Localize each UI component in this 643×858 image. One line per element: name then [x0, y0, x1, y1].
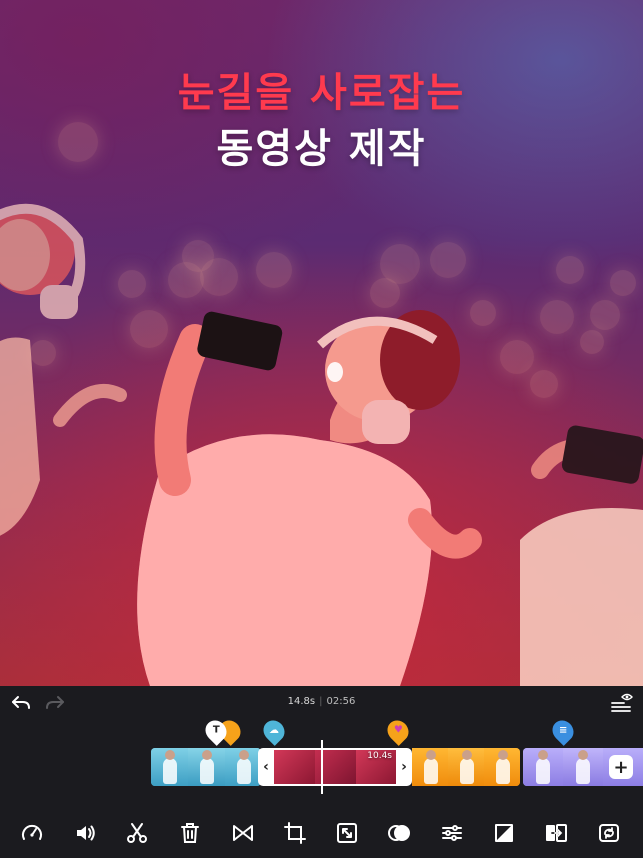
resize-icon	[337, 823, 357, 843]
playhead[interactable]	[321, 740, 323, 794]
transition-icon	[233, 825, 253, 841]
layers-eye-icon	[611, 693, 633, 712]
video-clip-3[interactable]	[412, 748, 520, 786]
split-button[interactable]	[122, 818, 152, 848]
effect-marker[interactable]: ☁	[259, 716, 289, 746]
headline-secondary: 동영상 제작	[216, 126, 427, 172]
rotate-button[interactable]	[594, 818, 624, 848]
speed-button[interactable]	[17, 818, 47, 848]
caption-marker[interactable]: ≡	[548, 716, 578, 746]
transition-button[interactable]	[228, 818, 258, 848]
video-preview: 눈길을 사로잡는 동영상 제작	[0, 0, 643, 686]
trash-icon	[181, 823, 199, 843]
clip-thumbnail	[151, 748, 188, 786]
add-clip-button[interactable]: +	[609, 755, 633, 779]
clip-thumbnail	[563, 748, 603, 786]
clip-thumbnail	[412, 748, 448, 786]
scissors-icon	[127, 823, 147, 843]
background-button[interactable]	[489, 818, 519, 848]
rotate-icon	[599, 824, 619, 842]
delete-button[interactable]	[175, 818, 205, 848]
crop-button[interactable]	[280, 818, 310, 848]
volume-icon	[77, 825, 95, 841]
filter-marker[interactable]: ♥	[383, 716, 413, 746]
volume-button[interactable]	[70, 818, 100, 848]
clip-thumbnail	[448, 748, 484, 786]
replace-button[interactable]	[541, 818, 571, 848]
editor-topbar: 14.8s | 02:56	[0, 686, 643, 720]
trim-handle-right[interactable]: ›	[396, 748, 412, 786]
clip-thumbnail	[274, 750, 315, 784]
clip-duration: 10.4s	[367, 751, 392, 761]
crop-icon	[284, 822, 306, 844]
edit-toolbar	[0, 812, 643, 852]
adjust-icon	[442, 825, 462, 841]
clip-thumbnail	[188, 748, 225, 786]
clip-thumbnail	[523, 748, 563, 786]
blend-button[interactable]	[384, 818, 414, 848]
list-icon: ≡	[558, 725, 568, 737]
resize-button[interactable]	[332, 818, 362, 848]
layers-visibility-button[interactable]	[608, 692, 636, 714]
headline-primary: 눈길을 사로잡는	[177, 70, 466, 116]
heart-icon: ♥	[393, 725, 403, 736]
replace-icon	[546, 824, 567, 842]
video-editor-panel: 14.8s | 02:56 T ☁ ♥ ≡ ‹ 10.4s › +	[0, 686, 643, 858]
background-icon	[495, 824, 513, 842]
blend-icon	[388, 825, 410, 841]
video-clip-selected[interactable]: 10.4s	[274, 748, 396, 786]
cloud-icon: ☁	[269, 725, 279, 736]
current-time: 14.8s	[287, 696, 316, 707]
clip-thumbnail	[484, 748, 520, 786]
clip-thumbnail	[225, 748, 261, 786]
adjust-button[interactable]	[437, 818, 467, 848]
video-clip-1[interactable]	[151, 748, 261, 786]
speed-icon	[22, 824, 42, 840]
total-time: 02:56	[326, 696, 356, 707]
trim-handle-left[interactable]: ‹	[258, 748, 274, 786]
timeline-track[interactable]: ‹ 10.4s › +	[0, 740, 643, 794]
timecode: 14.8s | 02:56	[287, 696, 356, 707]
